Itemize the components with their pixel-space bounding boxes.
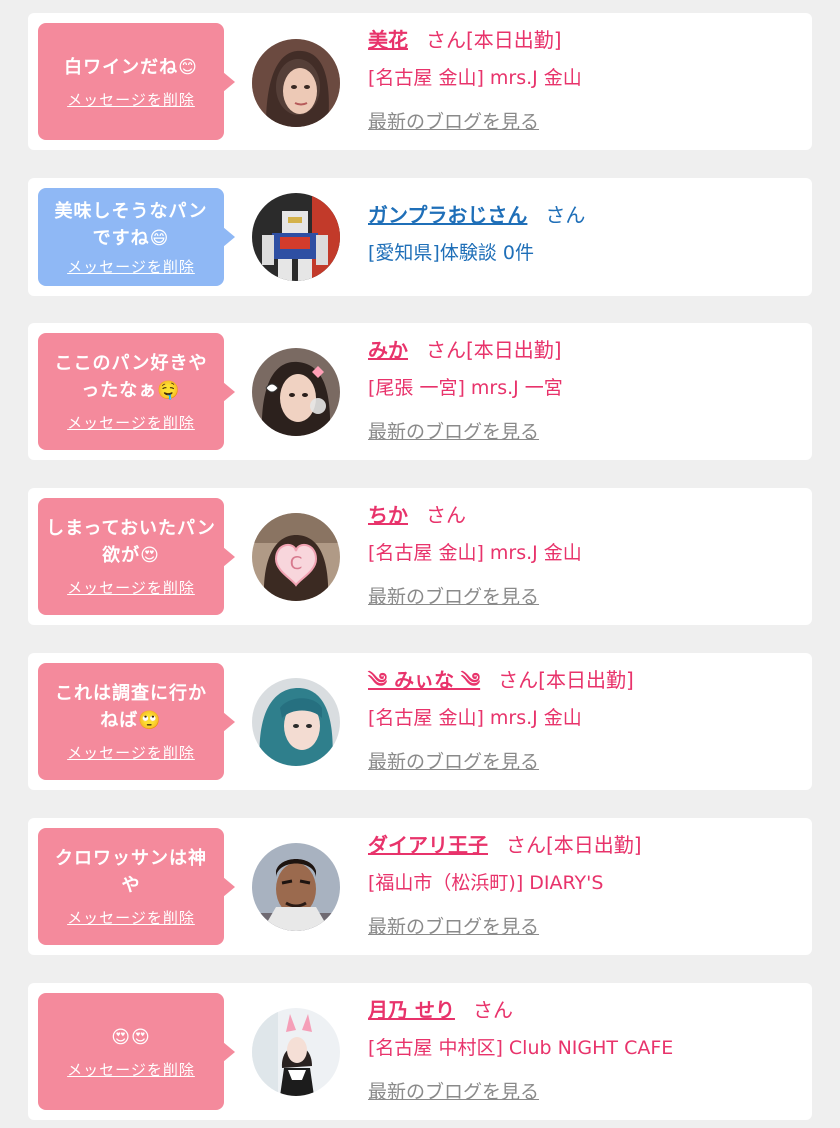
sender-line: 美花 さん[本日出勤] <box>368 25 802 55</box>
sender-name-link[interactable]: 月乃 せり <box>368 998 455 1022</box>
message-text: 😍😍 <box>111 1026 151 1048</box>
sender-suffix: さん <box>472 998 513 1022</box>
sender-name-link[interactable]: みか <box>368 338 408 362</box>
delete-message-link[interactable]: メッセージを削除 <box>67 412 195 433</box>
sender-suffix: さん <box>545 203 586 227</box>
sender-line: ちか さん <box>368 500 802 530</box>
message-card: クロワッサンは神や メッセージを削除 ダイアリ王子 さん[本日出勤] [福山市（松… <box>28 818 812 955</box>
message-text: しまっておいたパン欲が😍 <box>46 518 216 566</box>
sender-suffix: さん[本日出勤] <box>426 28 562 52</box>
message-card: これは調査に行かねば🙄 メッセージを削除 ༄ みぃな ༄ さん[本日出勤] [名古… <box>28 653 812 790</box>
delete-message-link[interactable]: メッセージを削除 <box>67 907 195 928</box>
latest-blog-link[interactable]: 最新のブログを見る <box>368 749 539 775</box>
message-text: 白ワインだね😊 <box>64 56 198 78</box>
message-bubble: これは調査に行かねば🙄 メッセージを削除 <box>38 663 235 780</box>
sender-shop: [名古屋 金山] mrs.J 金山 <box>368 707 582 729</box>
message-text: ここのパン好きやったなぁ🤤 <box>54 353 208 401</box>
message-card: ここのパン好きやったなぁ🤤 メッセージを削除 みか さん[本日出勤] [尾張 一宮… <box>28 323 812 460</box>
latest-blog-link[interactable]: 最新のブログを見る <box>368 109 539 135</box>
sender-info: みか さん[本日出勤] [尾張 一宮] mrs.J 一宮 最新のブログを見る <box>368 335 802 445</box>
message-card: 美味しそうなパンですね😄 メッセージを削除 ガンプラおじさん さん [愛知県]体験… <box>28 178 812 296</box>
robot-model-icon[interactable] <box>252 193 340 281</box>
heart-sticker-portrait-icon[interactable]: C <box>252 513 340 601</box>
sender-line: ダイアリ王子 さん[本日出勤] <box>368 830 802 860</box>
sender-info: 美花 さん[本日出勤] [名古屋 金山] mrs.J 金山 最新のブログを見る <box>368 25 802 135</box>
sender-name-link[interactable]: 美花 <box>368 28 408 52</box>
sender-name-link[interactable]: ちか <box>368 503 408 527</box>
sender-suffix: さん[本日出勤] <box>498 668 634 692</box>
sender-name-link[interactable]: ༄ みぃな ༄ <box>368 668 480 692</box>
message-list: 白ワインだね😊 メッセージを削除 美花 さん[本日出勤] [名古屋 金山] mrs… <box>0 0 840 1128</box>
sender-line: ༄ みぃな ༄ さん[本日出勤] <box>368 665 802 695</box>
sender-shop: [名古屋 中村区] Club NIGHT CAFE <box>368 1037 674 1059</box>
message-bubble: 白ワインだね😊 メッセージを削除 <box>38 23 235 140</box>
delete-message-link[interactable]: メッセージを削除 <box>67 742 195 763</box>
svg-text:C: C <box>290 553 303 574</box>
latest-blog-link[interactable]: 最新のブログを見る <box>368 914 539 940</box>
sender-shop: [福山市（松浜町)] DIARY'S <box>368 872 604 894</box>
sender-shop: [尾張 一宮] mrs.J 一宮 <box>368 377 563 399</box>
delete-message-link[interactable]: メッセージを削除 <box>67 89 195 110</box>
sender-shop: [名古屋 金山] mrs.J 金山 <box>368 67 582 89</box>
sender-info: 月乃 せり さん [名古屋 中村区] Club NIGHT CAFE 最新のブログ… <box>368 995 802 1105</box>
delete-message-link[interactable]: メッセージを削除 <box>67 256 195 277</box>
message-text: これは調査に行かねば🙄 <box>55 683 207 731</box>
message-bubble: 美味しそうなパンですね😄 メッセージを削除 <box>38 188 235 286</box>
latest-blog-link[interactable]: 最新のブログを見る <box>368 419 539 445</box>
sender-name-link[interactable]: ダイアリ王子 <box>368 833 488 857</box>
sender-name-link[interactable]: ガンプラおじさん <box>368 203 527 227</box>
message-text: クロワッサンは神や <box>55 848 207 896</box>
message-bubble: 😍😍 メッセージを削除 <box>38 993 235 1110</box>
sender-review-count: [愛知県]体験談 0件 <box>368 242 534 264</box>
message-bubble: ここのパン好きやったなぁ🤤 メッセージを削除 <box>38 333 235 450</box>
message-card: 😍😍 メッセージを削除 月乃 せり さん [名古屋 中村区] Club NIGHT… <box>28 983 812 1120</box>
sender-suffix: さん[本日出勤] <box>506 833 642 857</box>
latest-blog-link[interactable]: 最新のブログを見る <box>368 1079 539 1105</box>
sender-suffix: さん[本日出勤] <box>426 338 562 362</box>
latest-blog-link[interactable]: 最新のブログを見る <box>368 584 539 610</box>
sender-line: みか さん[本日出勤] <box>368 335 802 365</box>
woman-portrait-icon[interactable] <box>252 39 340 127</box>
sender-info: ガンプラおじさん さん [愛知県]体験談 0件 <box>368 190 802 267</box>
sender-line: ガンプラおじさん さん <box>368 200 802 230</box>
woman-with-stickers-icon[interactable] <box>252 348 340 436</box>
message-card: 白ワインだね😊 メッセージを削除 美花 さん[本日出勤] [名古屋 金山] mrs… <box>28 13 812 150</box>
message-bubble: クロワッサンは神や メッセージを削除 <box>38 828 235 945</box>
sender-info: ダイアリ王子 さん[本日出勤] [福山市（松浜町)] DIARY'S 最新のブログ… <box>368 830 802 940</box>
sender-suffix: さん <box>426 503 466 527</box>
bunny-ears-portrait-icon[interactable] <box>252 1008 340 1096</box>
delete-message-link[interactable]: メッセージを削除 <box>67 577 195 598</box>
sender-shop: [名古屋 金山] mrs.J 金山 <box>368 542 582 564</box>
sender-info: ちか さん [名古屋 金山] mrs.J 金山 最新のブログを見る <box>368 500 802 610</box>
message-bubble: しまっておいたパン欲が😍 メッセージを削除 <box>38 498 235 615</box>
blue-hair-portrait-icon[interactable] <box>252 678 340 766</box>
delete-message-link[interactable]: メッセージを削除 <box>67 1059 195 1080</box>
sender-info: ༄ みぃな ༄ さん[本日出勤] [名古屋 金山] mrs.J 金山 最新のブログ… <box>368 665 802 775</box>
sender-line: 月乃 せり さん <box>368 995 802 1025</box>
man-portrait-icon[interactable] <box>252 843 340 931</box>
message-card: しまっておいたパン欲が😍 メッセージを削除 C ちか さん [名古屋 金山] mr… <box>28 488 812 625</box>
message-text: 美味しそうなパンですね😄 <box>54 200 208 249</box>
